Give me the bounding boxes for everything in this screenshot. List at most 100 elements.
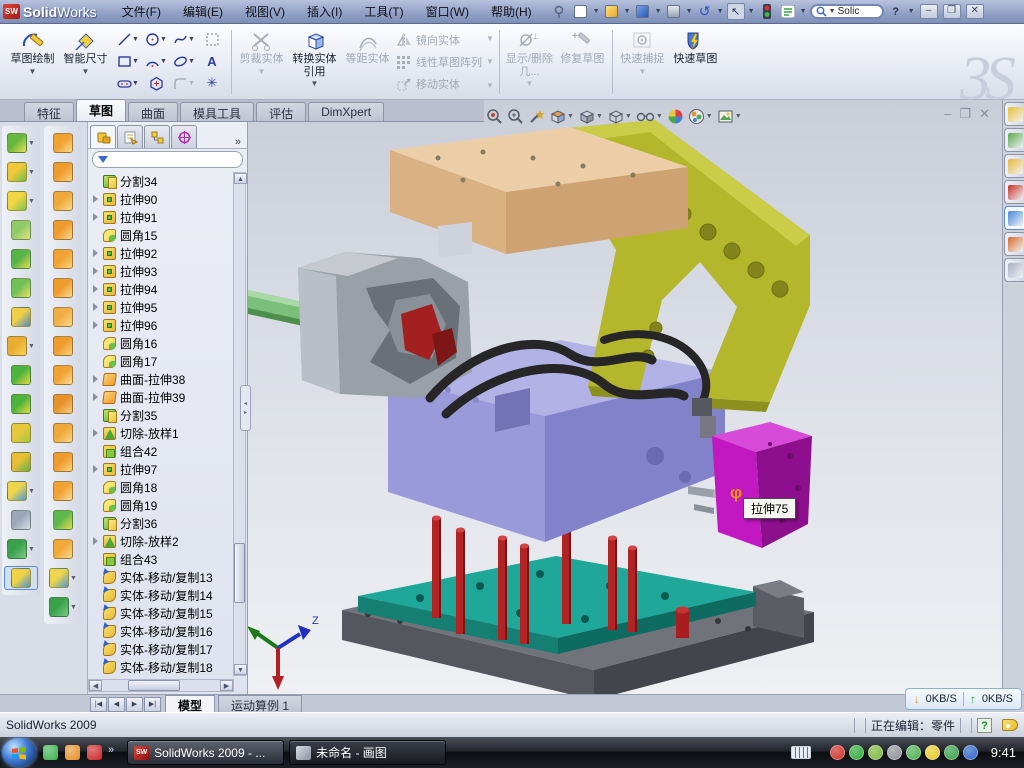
- section-view-dropdown[interactable]: ▼: [567, 113, 574, 120]
- dropdown-arrow[interactable]: ▼: [28, 546, 35, 553]
- tree-item[interactable]: 实体-移动/复制13: [88, 568, 234, 586]
- trim-surface-button[interactable]: [46, 479, 80, 503]
- trim-entities-dropdown[interactable]: ▼: [258, 67, 266, 76]
- dropdown-arrow[interactable]: ▼: [28, 343, 35, 350]
- menu-item[interactable]: 文件(F): [111, 0, 172, 23]
- fillet-button[interactable]: ▼: [4, 189, 38, 213]
- swept-surface-button[interactable]: [46, 189, 80, 213]
- messenger-quicklaunch-icon[interactable]: [43, 745, 58, 760]
- tree-item[interactable]: 圆角17: [88, 352, 234, 370]
- slot-tool[interactable]: ▼: [117, 76, 139, 91]
- menu-item[interactable]: 视图(V): [234, 0, 296, 23]
- display-delete-dropdown[interactable]: ▼: [525, 79, 533, 88]
- tab-nav-button[interactable]: |◀: [90, 697, 107, 712]
- helix-spiral-button[interactable]: ▼: [4, 537, 38, 561]
- help-icon[interactable]: ?: [887, 3, 905, 20]
- sketch-fillet-tool[interactable]: ▼: [173, 76, 195, 91]
- menu-item[interactable]: 窗口(W): [415, 0, 480, 23]
- scroll-up-arrow[interactable]: ▲: [234, 173, 247, 184]
- view-settings-button[interactable]: ▼: [717, 108, 742, 125]
- toolbox-tab[interactable]: [1004, 180, 1024, 204]
- circle-tool[interactable]: ▼: [145, 32, 167, 47]
- save-dropdown[interactable]: ▼: [655, 8, 662, 15]
- thicken-button[interactable]: [46, 537, 80, 561]
- curve-button[interactable]: [4, 508, 38, 532]
- sketch-draw-button[interactable]: 草图绘制 ▼: [6, 27, 59, 97]
- view-settings-dropdown[interactable]: ▼: [735, 113, 742, 120]
- tree-item[interactable]: 组合42: [88, 442, 234, 460]
- search-input[interactable]: Solic: [838, 6, 860, 17]
- part-red-cylinder[interactable]: [676, 607, 689, 639]
- line-dropdown[interactable]: ▼: [132, 36, 139, 43]
- shell-button[interactable]: [4, 247, 38, 271]
- expander-icon[interactable]: [93, 267, 98, 275]
- shield-lightning-tray-icon[interactable]: [849, 745, 864, 760]
- delete-face-button[interactable]: [46, 392, 80, 416]
- dropdown-arrow[interactable]: ▼: [70, 575, 77, 582]
- expander-icon[interactable]: [93, 537, 98, 545]
- doc-close-button[interactable]: ✕: [979, 106, 990, 122]
- expander-icon[interactable]: [93, 429, 98, 437]
- polygon-tool[interactable]: [149, 76, 164, 91]
- solidworks-quicklaunch-icon[interactable]: [87, 745, 102, 760]
- tree-item[interactable]: 曲面-拉伸39: [88, 388, 234, 406]
- panel-tabs-overflow[interactable]: »: [231, 136, 245, 148]
- close-button[interactable]: ✕: [966, 4, 984, 19]
- tree-item[interactable]: 拉伸95: [88, 298, 234, 316]
- network-speed-widget[interactable]: ↓ 0KB/S ↑ 0KB/S: [905, 688, 1022, 710]
- filled-surface-button[interactable]: [46, 276, 80, 300]
- restore-button[interactable]: ❐: [943, 4, 961, 19]
- tab-nav-button[interactable]: ▶|: [144, 697, 161, 712]
- print-icon[interactable]: [665, 3, 683, 20]
- tree-item[interactable]: 拉伸97: [88, 460, 234, 478]
- move-copy-body-button[interactable]: [4, 450, 38, 474]
- view-palette-tab[interactable]: [1004, 206, 1024, 230]
- selection-box-tool[interactable]: [205, 32, 220, 47]
- reference-geometry-button[interactable]: ▼: [4, 479, 38, 503]
- helix-spiral-2-button[interactable]: ▼: [46, 595, 80, 619]
- select-dropdown[interactable]: ▼: [748, 8, 755, 15]
- draft-button[interactable]: [4, 276, 38, 300]
- pin-icon[interactable]: [551, 3, 569, 20]
- tree-item[interactable]: 切除-放样1: [88, 424, 234, 442]
- dropdown-arrow[interactable]: ▼: [28, 488, 35, 495]
- select-icon[interactable]: ↖: [727, 3, 745, 20]
- mirror-entities-button[interactable]: 镜向实体: [396, 30, 482, 50]
- extend-surface-button[interactable]: [46, 450, 80, 474]
- hide-show-items-button[interactable]: ▼: [636, 109, 663, 124]
- tree-item[interactable]: 曲面-拉伸38: [88, 370, 234, 388]
- tree-item[interactable]: 拉伸93: [88, 262, 234, 280]
- tree-horizontal-scrollbar[interactable]: ◀ ▶: [88, 679, 234, 692]
- sketch-draw-dropdown[interactable]: ▼: [29, 67, 37, 76]
- instant3d-button[interactable]: [4, 566, 38, 590]
- tree-item[interactable]: 实体-移动/复制15: [88, 604, 234, 622]
- boundary-surface-button[interactable]: [46, 247, 80, 271]
- ribbon-tab-评估[interactable]: 评估: [256, 102, 306, 121]
- combine-button[interactable]: [4, 421, 38, 445]
- tree-item[interactable]: 实体-移动/复制18: [88, 658, 234, 676]
- open-dropdown[interactable]: ▼: [624, 8, 631, 15]
- audio-tray-icon[interactable]: [887, 745, 902, 760]
- media-player-quicklaunch-icon[interactable]: [65, 745, 80, 760]
- tab-nav-button[interactable]: ◀: [108, 697, 125, 712]
- smart-dimension-button[interactable]: 智能尺寸 ▼: [59, 27, 112, 97]
- tree-item[interactable]: 实体-移动/复制14: [88, 586, 234, 604]
- tab-nav-button[interactable]: ▶: [126, 697, 143, 712]
- linear-pattern-button[interactable]: ▼: [4, 334, 38, 358]
- magnifying-wand-button[interactable]: [528, 108, 545, 125]
- graphics-viewport[interactable]: φ Y Z X ▼ ▼ ▼ ▼ ▼ ▼ – ❐ ✕ 拉伸75: [248, 100, 1002, 694]
- custom-properties-tab[interactable]: [1004, 258, 1024, 282]
- taskbar-clock[interactable]: 9:41: [991, 745, 1016, 760]
- expander-icon[interactable]: [93, 393, 98, 401]
- menu-item[interactable]: 工具(T): [353, 0, 414, 23]
- smart-dimension-dropdown[interactable]: ▼: [82, 67, 90, 76]
- trim-entities-button[interactable]: 剪裁实体 ▼: [235, 27, 288, 97]
- apply-scene-button[interactable]: ▼: [688, 108, 713, 125]
- scroll-left-arrow[interactable]: ◀: [89, 680, 102, 691]
- ellipse-dropdown[interactable]: ▼: [188, 58, 195, 65]
- tree-item[interactable]: 组合43: [88, 550, 234, 568]
- expander-icon[interactable]: [93, 249, 98, 257]
- property-manager-tab[interactable]: [117, 125, 143, 148]
- start-button[interactable]: [2, 738, 36, 767]
- quick-snaps-dropdown[interactable]: ▼: [638, 67, 646, 76]
